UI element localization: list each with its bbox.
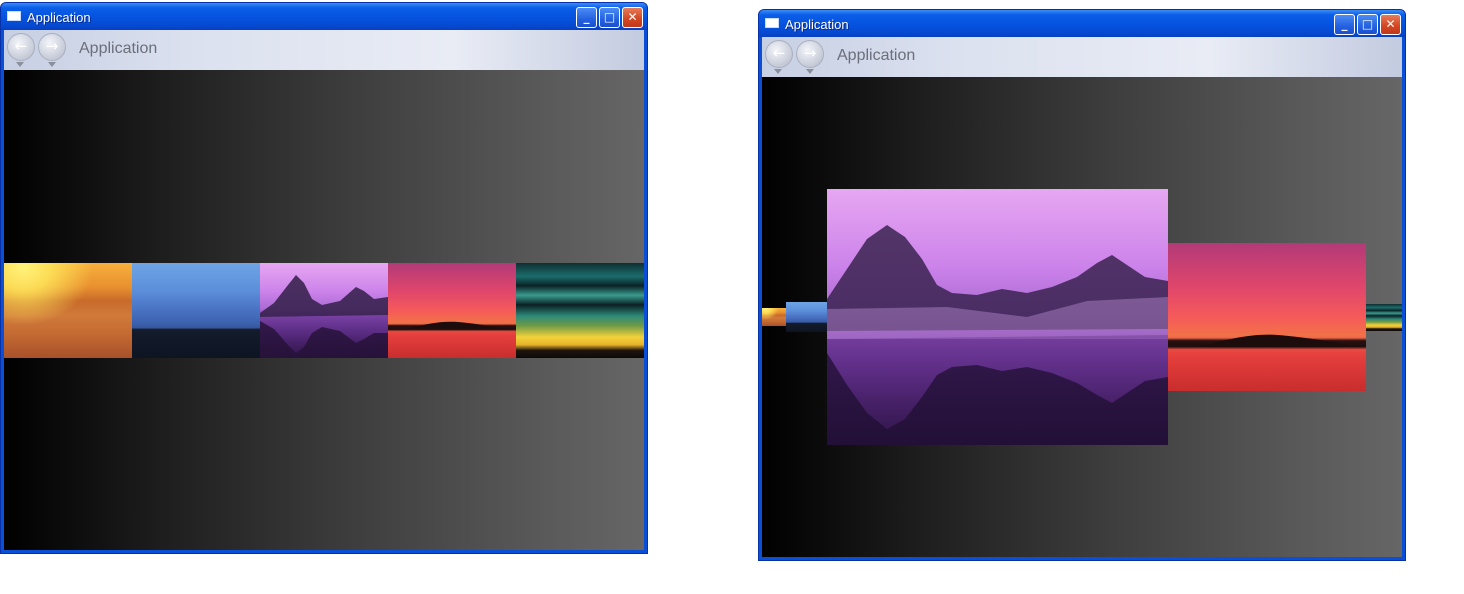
back-dropdown-icon[interactable] bbox=[16, 62, 24, 67]
picture-viewer-area bbox=[762, 77, 1402, 557]
island-silhouette bbox=[408, 321, 508, 329]
back-dropdown-icon[interactable] bbox=[774, 69, 782, 74]
navigation-bar: ← → Application bbox=[762, 37, 1402, 77]
title-bar[interactable]: Application _ □ ✕ bbox=[759, 10, 1405, 37]
picture-blue-hills[interactable] bbox=[786, 302, 827, 332]
title-bar[interactable]: Application _ □ ✕ bbox=[1, 3, 647, 30]
picture-red-sunset-island[interactable] bbox=[388, 263, 516, 358]
forward-dropdown-icon[interactable] bbox=[806, 69, 814, 74]
window-icon bbox=[765, 18, 779, 28]
maximize-button[interactable]: □ bbox=[1357, 14, 1378, 35]
picture-purple-mountain-lake-selected[interactable] bbox=[827, 189, 1168, 445]
picture-desert[interactable] bbox=[4, 263, 132, 358]
maximize-button[interactable]: □ bbox=[599, 7, 620, 28]
mountain-silhouette bbox=[827, 225, 1168, 445]
back-arrow-icon[interactable]: ← bbox=[765, 40, 793, 68]
picture-red-sunset-island[interactable] bbox=[1168, 243, 1366, 391]
forward-arrow-icon[interactable]: → bbox=[38, 33, 66, 61]
close-button[interactable]: ✕ bbox=[1380, 14, 1401, 35]
minimize-button[interactable]: _ bbox=[576, 7, 597, 28]
picture-viewer-area bbox=[4, 70, 644, 550]
back-arrow-icon[interactable]: ← bbox=[7, 33, 35, 61]
application-window-coverflow: Application _ □ ✕ ← → Application bbox=[758, 9, 1406, 561]
page-title: Application bbox=[79, 40, 158, 57]
forward-arrow-icon[interactable]: → bbox=[796, 40, 824, 68]
picture-purple-mountain-lake[interactable] bbox=[260, 263, 388, 358]
picture-teal-aurora-sky[interactable] bbox=[1366, 304, 1402, 331]
application-window-filmstrip: Application _ □ ✕ ← → Application bbox=[0, 2, 648, 554]
window-title: Application bbox=[27, 10, 91, 25]
window-icon bbox=[7, 11, 21, 21]
minimize-button[interactable]: _ bbox=[1334, 14, 1355, 35]
navigation-bar: ← → Application bbox=[4, 30, 644, 70]
picture-desert[interactable] bbox=[762, 308, 786, 326]
picture-teal-aurora-sky[interactable] bbox=[516, 263, 644, 358]
mountain-silhouette bbox=[260, 275, 388, 358]
picture-blue-hills[interactable] bbox=[132, 263, 260, 358]
island-silhouette bbox=[1198, 334, 1363, 347]
page-title: Application bbox=[837, 47, 916, 64]
window-title: Application bbox=[785, 17, 849, 32]
close-button[interactable]: ✕ bbox=[622, 7, 643, 28]
forward-dropdown-icon[interactable] bbox=[48, 62, 56, 67]
